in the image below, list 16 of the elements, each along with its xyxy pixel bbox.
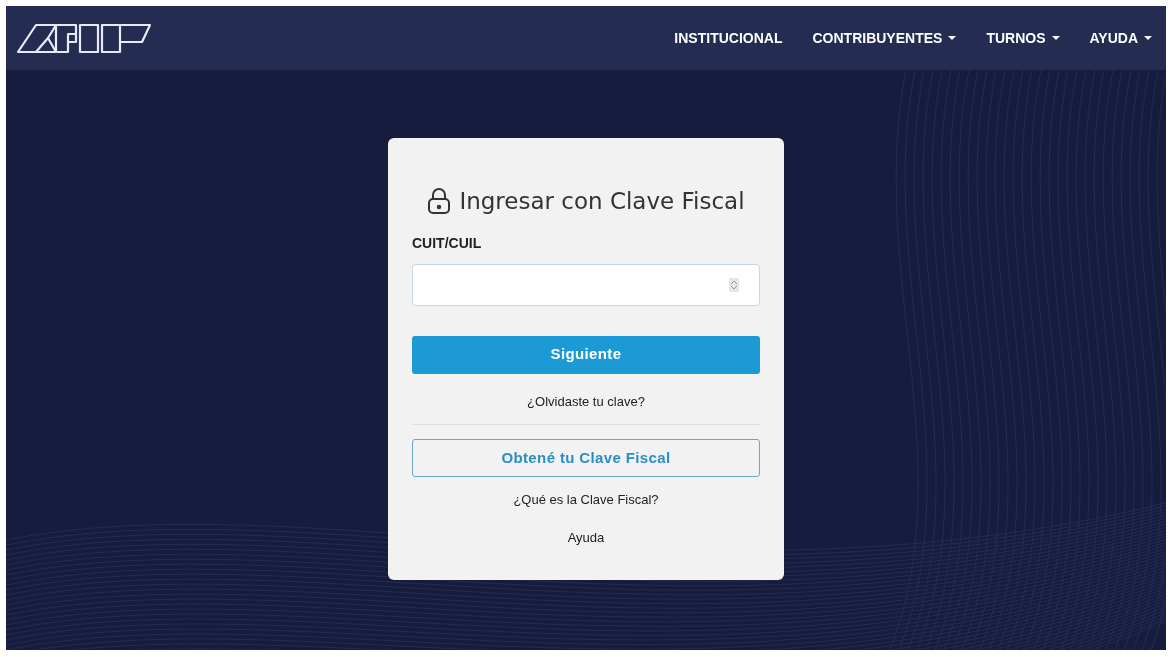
caret-icon	[1051, 35, 1060, 41]
nav-link[interactable]: INSTITUCIONAL	[674, 27, 783, 49]
logo-icon[interactable]	[16, 22, 152, 54]
caret-icon	[948, 35, 957, 41]
cuit-input-field[interactable]	[412, 263, 760, 306]
field-label: CUIT/CUIL	[412, 233, 482, 253]
caret-icon	[1144, 35, 1152, 41]
lock-icon	[427, 187, 452, 216]
nav-link[interactable]: TURNOS	[986, 27, 1060, 49]
nav-link[interactable]: AYUDA	[1089, 27, 1152, 49]
help-link[interactable]: Ayuda	[412, 527, 760, 547]
forgot-password-link[interactable]: ¿Olvidaste tu clave?	[412, 391, 760, 411]
help-link[interactable]: ¿Qué es la Clave Fiscal?	[412, 490, 760, 510]
nav-link[interactable]: CONTRIBUYENTES	[812, 27, 957, 49]
spinner-icon[interactable]	[729, 277, 739, 292]
login-title: Ingresar con Clave Fiscal	[459, 187, 745, 216]
